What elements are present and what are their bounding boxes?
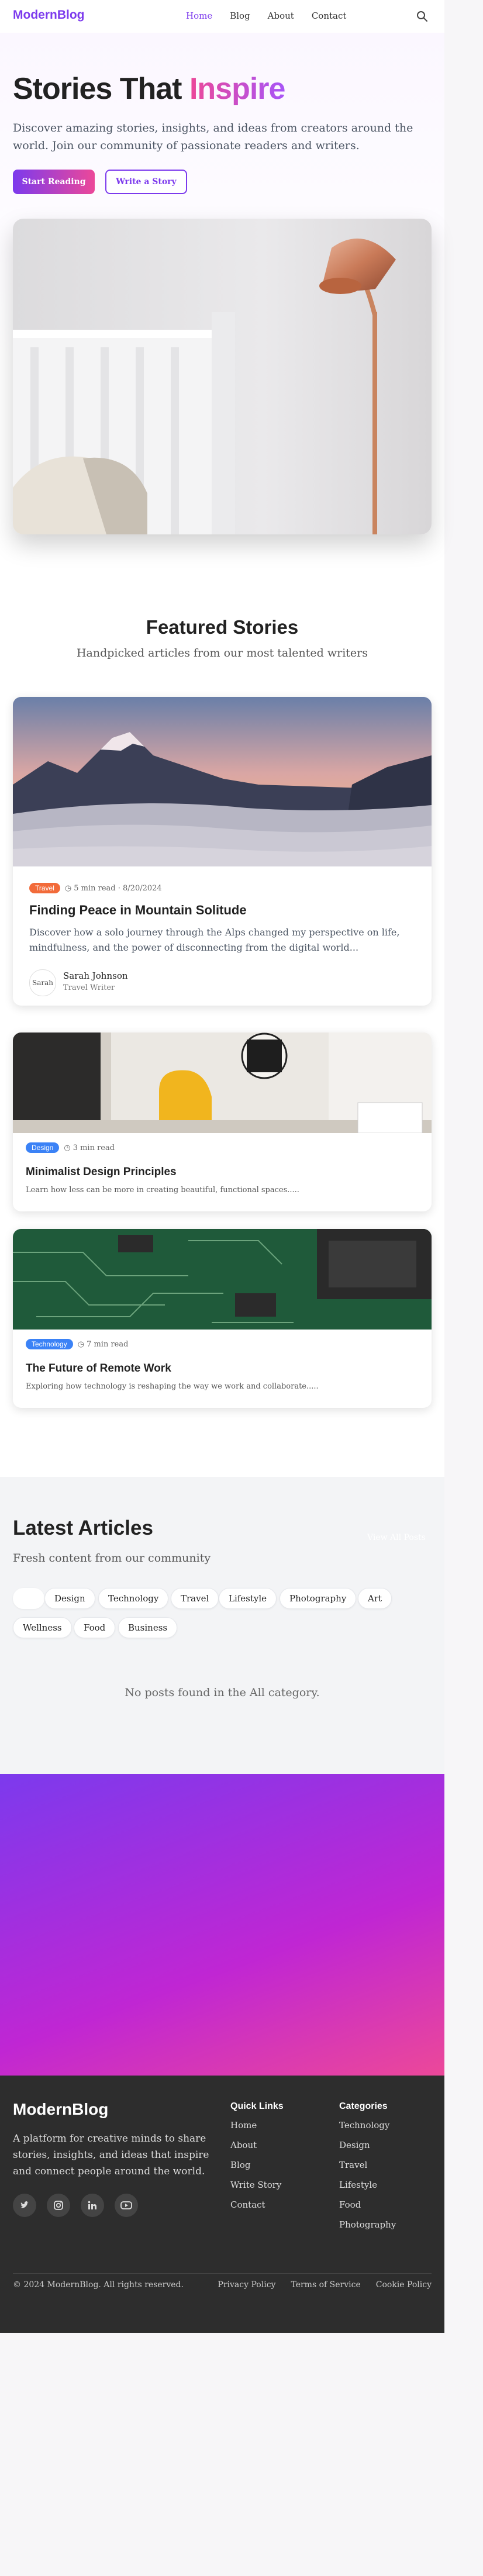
- category-badge: Design: [26, 1142, 60, 1153]
- card-title[interactable]: Finding Peace in Mountain Solitude: [29, 903, 247, 918]
- avatar: Sarah: [29, 969, 56, 996]
- filter-chip-travel[interactable]: Travel: [171, 1588, 219, 1609]
- site-footer: ModernBlog A platform for creative minds…: [0, 2076, 444, 2333]
- card-meta: 3 min read: [73, 1143, 115, 1152]
- footer-logo[interactable]: ModernBlog: [13, 2100, 108, 2119]
- card-excerpt: Learn how less can be more in creating b…: [26, 1186, 299, 1194]
- twitter-icon[interactable]: [13, 2194, 36, 2217]
- filter-chip-all[interactable]: All: [13, 1588, 45, 1609]
- linkedin-icon[interactable]: [81, 2194, 104, 2217]
- footer-link-home[interactable]: Home: [230, 2120, 284, 2140]
- site-logo[interactable]: ModernBlog: [13, 8, 84, 22]
- nav-about[interactable]: About: [268, 11, 294, 21]
- footer-category-lifestyle[interactable]: Lifestyle: [339, 2180, 396, 2199]
- lamp-photo: [13, 219, 432, 534]
- empty-state-message: No posts found in the All category.: [125, 1686, 320, 1699]
- card-excerpt: Discover how a solo journey through the …: [29, 927, 400, 953]
- latest-subtitle: Fresh content from our community: [13, 1552, 211, 1565]
- card-meta-row: Travel ◷ 5 min read · 8/20/2024: [29, 883, 162, 893]
- filter-chip-food[interactable]: Food: [74, 1617, 116, 1638]
- instagram-icon[interactable]: [47, 2194, 70, 2217]
- hero-title-plain: Stories That: [13, 72, 182, 106]
- card-excerpt: Exploring how technology is reshaping th…: [26, 1382, 319, 1391]
- latest-section: Latest Articles Fresh content from our c…: [0, 1477, 444, 1774]
- filter-chip-business[interactable]: Business: [118, 1617, 178, 1638]
- footer-link-write-story[interactable]: Write Story: [230, 2180, 284, 2199]
- card-meta-row: Technology ◷ 7 min read: [26, 1339, 128, 1349]
- hero-image: [13, 219, 432, 534]
- hero-subtitle: Discover amazing stories, insights, and …: [13, 122, 413, 152]
- card-meta: 5 min read · 8/20/2024: [74, 883, 162, 893]
- view-all-button[interactable]: View All Posts: [367, 1533, 426, 1542]
- category-badge: Travel: [29, 883, 60, 893]
- filter-chip-design[interactable]: Design: [44, 1588, 95, 1609]
- categories-column: Categories Technology Design Travel Life…: [339, 2101, 396, 2239]
- footer-description: A platform for creative minds to share s…: [13, 2133, 209, 2177]
- footer-divider: [13, 2273, 432, 2274]
- filter-chip-technology[interactable]: Technology: [98, 1588, 169, 1609]
- start-reading-button[interactable]: Start Reading: [13, 170, 95, 194]
- mountain-photo: [13, 697, 432, 866]
- clock-icon: ◷: [77, 1339, 85, 1349]
- footer-link-about[interactable]: About: [230, 2140, 284, 2160]
- circuit-photo: [13, 1229, 432, 1330]
- hero-section: Stories That Inspire Discover amazing st…: [0, 33, 444, 576]
- terms-of-service-link[interactable]: Terms of Service: [291, 2280, 360, 2290]
- footer-category-technology[interactable]: Technology: [339, 2120, 396, 2140]
- author-name: Sarah Johnson: [63, 971, 128, 981]
- category-badge: Technology: [26, 1339, 73, 1349]
- filter-chip-lifestyle[interactable]: Lifestyle: [219, 1588, 277, 1609]
- featured-section: Featured Stories Handpicked articles fro…: [0, 576, 444, 1477]
- nav-contact[interactable]: Contact: [312, 11, 347, 21]
- card-title[interactable]: The Future of Remote Work: [26, 1362, 171, 1375]
- card-title[interactable]: Minimalist Design Principles: [26, 1166, 177, 1179]
- footer-category-photography[interactable]: Photography: [339, 2219, 396, 2239]
- main-nav: Home Blog About Contact: [186, 11, 346, 21]
- filter-chip-art[interactable]: Art: [358, 1588, 392, 1609]
- nav-blog[interactable]: Blog: [230, 11, 250, 21]
- hero-title-highlight: Inspire: [189, 72, 285, 106]
- legal-links: Privacy Policy Terms of Service Cookie P…: [218, 2280, 432, 2290]
- footer-category-travel[interactable]: Travel: [339, 2160, 396, 2180]
- footer-category-design[interactable]: Design: [339, 2140, 396, 2160]
- search-icon[interactable]: [416, 11, 428, 22]
- interior-photo: [13, 1033, 432, 1134]
- card-meta-row: Design ◷ 3 min read: [26, 1142, 115, 1153]
- copyright: © 2024 ModernBlog. All rights reserved.: [13, 2280, 184, 2290]
- featured-subtitle: Handpicked articles from our most talent…: [76, 647, 368, 659]
- cookie-policy-link[interactable]: Cookie Policy: [376, 2280, 432, 2290]
- clock-icon: ◷: [64, 883, 72, 893]
- filter-chip-photography[interactable]: Photography: [280, 1588, 357, 1609]
- latest-title: Latest Articles: [13, 1517, 153, 1539]
- hero-title: Stories That Inspire: [13, 71, 285, 106]
- footer-category-food[interactable]: Food: [339, 2199, 396, 2219]
- featured-title: Featured Stories: [146, 616, 299, 638]
- footer-link-contact[interactable]: Contact: [230, 2199, 284, 2219]
- categories-title: Categories: [339, 2101, 388, 2111]
- filter-chip-wellness[interactable]: Wellness: [13, 1617, 72, 1638]
- author-role: Travel Writer: [63, 983, 115, 992]
- quick-links-column: Quick Links Home About Blog Write Story …: [230, 2101, 284, 2219]
- clock-icon: ◷: [64, 1143, 71, 1152]
- card-meta: 7 min read: [87, 1339, 129, 1349]
- featured-card[interactable]: Design ◷ 3 min read Minimalist Design Pr…: [13, 1033, 432, 1211]
- featured-card-main[interactable]: Travel ◷ 5 min read · 8/20/2024 Finding …: [13, 697, 432, 1006]
- page: ModernBlog Home Blog About Contact Stori…: [0, 0, 444, 2333]
- site-header: ModernBlog Home Blog About Contact: [0, 0, 444, 33]
- featured-card[interactable]: Technology ◷ 7 min read The Future of Re…: [13, 1229, 432, 1408]
- privacy-policy-link[interactable]: Privacy Policy: [218, 2280, 275, 2290]
- nav-home[interactable]: Home: [186, 11, 212, 21]
- quick-links-title: Quick Links: [230, 2101, 284, 2111]
- youtube-icon[interactable]: [115, 2194, 138, 2217]
- cta-banner: [0, 1774, 444, 2076]
- footer-link-blog[interactable]: Blog: [230, 2160, 284, 2180]
- write-story-button[interactable]: Write a Story: [105, 170, 187, 194]
